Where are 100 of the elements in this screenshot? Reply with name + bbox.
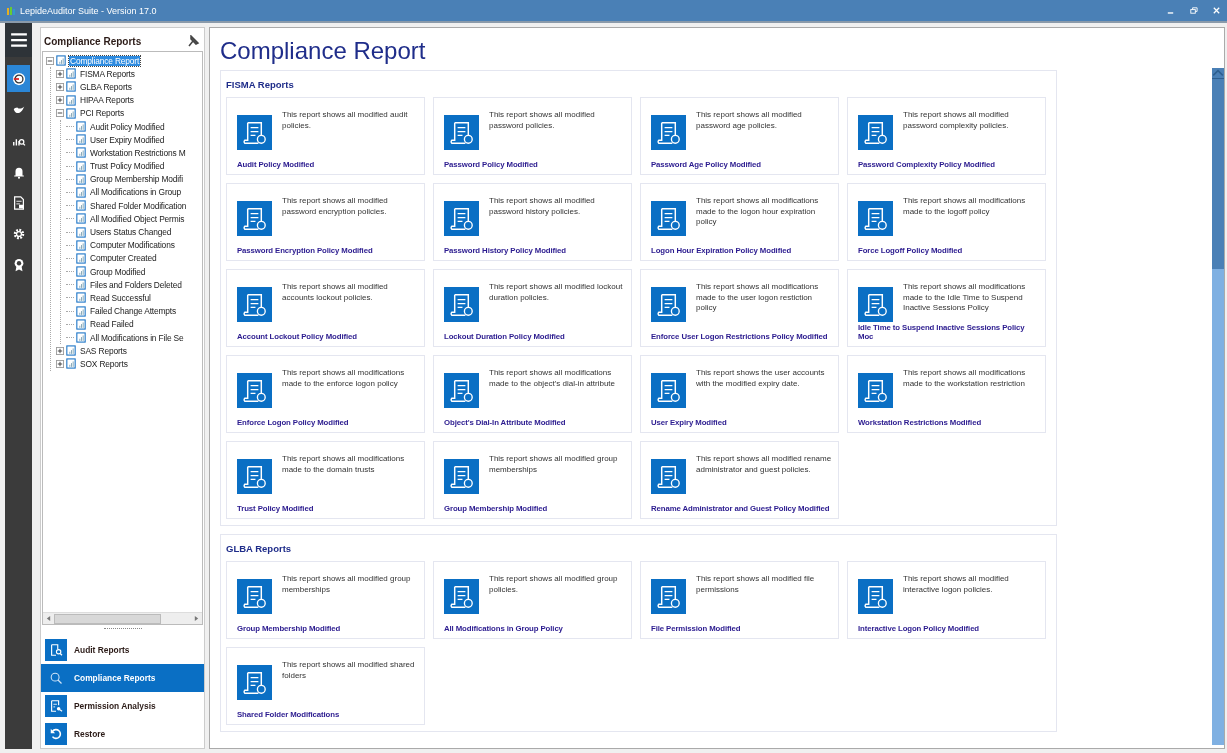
report-icon bbox=[66, 68, 76, 80]
expander-icon[interactable] bbox=[56, 96, 64, 105]
report-description: This report shows all modified shared folders bbox=[282, 660, 416, 681]
tree-item[interactable]: Failed Change Attempts bbox=[89, 306, 178, 317]
tree-item[interactable]: Computer Created bbox=[89, 253, 158, 264]
report-description: This report shows all modified password encryption policies. bbox=[282, 196, 389, 217]
tree-item[interactable]: Computer Modifications bbox=[89, 240, 176, 251]
report-icon bbox=[76, 213, 86, 225]
report-icon bbox=[651, 287, 686, 322]
report-icon bbox=[66, 81, 76, 93]
report-icon bbox=[76, 121, 86, 133]
report-icon bbox=[651, 459, 686, 494]
report-description: This report shows all modifications made to the object's dial-in attribute bbox=[489, 368, 617, 389]
expander-icon[interactable] bbox=[56, 82, 64, 91]
report-icon bbox=[858, 579, 893, 614]
report-description: This report shows all modifications made to the logon hour expiration policy bbox=[696, 196, 820, 228]
report-icon bbox=[76, 332, 86, 344]
tree-item[interactable]: Read Failed bbox=[89, 319, 135, 330]
report-icon bbox=[76, 200, 86, 212]
tree-item[interactable]: Files and Folders Deleted bbox=[89, 279, 183, 290]
tree-item[interactable]: Users Status Changed bbox=[89, 227, 173, 238]
report-icon bbox=[651, 579, 686, 614]
report-icon bbox=[444, 287, 479, 322]
tree-item[interactable]: GLBA Reports bbox=[79, 81, 133, 92]
nav-button[interactable]: Permission Analysis bbox=[41, 692, 204, 720]
tree-item[interactable]: Group Membership Modifi bbox=[89, 174, 184, 185]
report-description: This report shows all modified file permissions bbox=[696, 574, 816, 595]
tree-item[interactable]: Group Modified bbox=[89, 266, 147, 277]
report-icon bbox=[76, 147, 86, 159]
report-description: This report shows all modified group memberships bbox=[282, 574, 412, 595]
splitter-grip[interactable] bbox=[103, 628, 142, 632]
scrollbar-thumb[interactable] bbox=[54, 613, 161, 624]
expander-icon[interactable] bbox=[56, 69, 64, 78]
tree-item[interactable]: User Expiry Modified bbox=[89, 134, 166, 145]
tree-item[interactable]: Audit Policy Modified bbox=[89, 121, 166, 132]
report-icon bbox=[858, 115, 893, 150]
report-icon bbox=[76, 252, 86, 264]
report-description: This report shows all modified audit policies. bbox=[282, 110, 409, 131]
nav-button[interactable]: Restore bbox=[41, 720, 204, 748]
nav-button[interactable]: Compliance Reports bbox=[41, 664, 204, 692]
report-icon bbox=[66, 358, 76, 370]
tree-item[interactable]: PCI Reports bbox=[79, 108, 125, 119]
expander-icon[interactable] bbox=[56, 346, 64, 355]
tree-item[interactable]: SOX Reports bbox=[79, 358, 129, 369]
report-target-icon bbox=[11, 71, 26, 86]
report-icon bbox=[66, 107, 76, 119]
settings-icon bbox=[11, 226, 26, 241]
scroll-left-icon[interactable] bbox=[46, 615, 51, 622]
report-icon bbox=[858, 287, 893, 322]
restore-arrow-icon bbox=[49, 727, 63, 741]
tree-item[interactable]: SAS Reports bbox=[79, 345, 128, 356]
tree-item[interactable]: FISMA Reports bbox=[79, 68, 136, 79]
search-icon bbox=[49, 671, 63, 685]
report-icon bbox=[444, 373, 479, 408]
expander-icon[interactable] bbox=[56, 359, 64, 368]
tree-item[interactable]: Compliance Report bbox=[69, 55, 141, 66]
menu-icon bbox=[9, 31, 28, 49]
tree-item[interactable]: Workstation Restrictions M bbox=[89, 147, 187, 158]
pin-icon[interactable] bbox=[188, 35, 200, 47]
report-icon bbox=[76, 279, 86, 291]
tree-item[interactable]: Read Successful bbox=[89, 292, 152, 303]
report-description: This report shows all modified group policies. bbox=[489, 574, 619, 595]
section-title: FISMA Reports bbox=[226, 79, 295, 90]
expander-icon[interactable] bbox=[46, 56, 54, 65]
horizontal-scrollbar[interactable] bbox=[43, 612, 202, 624]
vertical-scrollbar[interactable] bbox=[1212, 68, 1224, 745]
tree-item[interactable]: All Modified Object Permis bbox=[89, 213, 186, 224]
expander-icon[interactable] bbox=[56, 109, 64, 118]
section-title: GLBA Reports bbox=[226, 543, 293, 554]
report-icon bbox=[76, 239, 86, 251]
scroll-right-icon[interactable] bbox=[194, 615, 199, 622]
report-description: This report shows all modified password history policies. bbox=[489, 196, 596, 217]
document-key-icon bbox=[49, 699, 63, 713]
tree-item[interactable]: All Modifications in Group bbox=[89, 187, 183, 198]
report-description: This report shows all modified password complexity policies. bbox=[903, 110, 1010, 131]
report-icon bbox=[237, 201, 272, 236]
nav-button[interactable]: Audit Reports bbox=[41, 636, 204, 664]
tree-item[interactable]: Shared Folder Modification bbox=[89, 200, 188, 211]
window-title: LepideAuditor Suite - Version 17.0 bbox=[20, 5, 157, 16]
tree-item[interactable]: All Modifications in File Se bbox=[89, 332, 185, 343]
document-icon bbox=[11, 195, 26, 210]
report-description: This report shows all modified password policies. bbox=[489, 110, 596, 131]
close-icon[interactable] bbox=[1212, 6, 1221, 15]
report-description: This report shows the user accounts with the modified expiry date. bbox=[696, 368, 826, 389]
report-icon bbox=[76, 186, 86, 198]
report-icon bbox=[444, 579, 479, 614]
report-icon bbox=[237, 373, 272, 408]
report-icon bbox=[651, 373, 686, 408]
report-description: This report shows all modifications made to the domain trusts bbox=[282, 454, 406, 475]
tree-item[interactable]: Trust Policy Modified bbox=[89, 161, 166, 172]
restore-icon[interactable] bbox=[1189, 6, 1198, 15]
report-icon bbox=[56, 55, 66, 67]
report-icon bbox=[651, 201, 686, 236]
tree-item[interactable]: HIPAA Reports bbox=[79, 95, 135, 106]
scrollbar-thumb[interactable] bbox=[1212, 79, 1224, 269]
report-icon bbox=[237, 115, 272, 150]
page-title: Compliance Report bbox=[220, 37, 427, 65]
report-icon bbox=[237, 665, 272, 700]
report-description: This report shows all modified password age policies. bbox=[696, 110, 803, 131]
report-icon bbox=[651, 115, 686, 150]
